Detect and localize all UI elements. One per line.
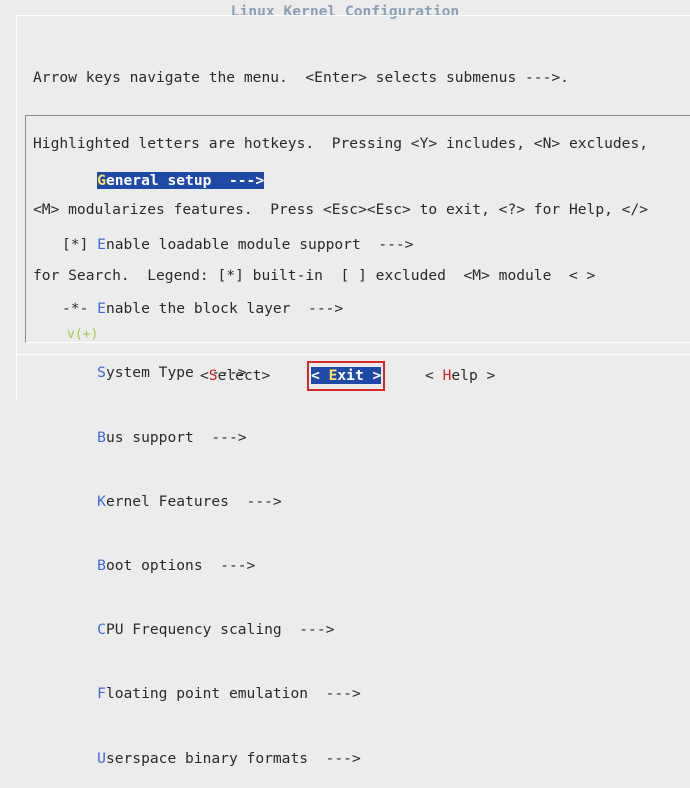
help-button[interactable]: < Help > — [425, 364, 495, 388]
button-label: xit — [337, 367, 364, 384]
menu-item-userspace-binary-formats[interactable]: Userspace binary formats ---> — [62, 748, 413, 769]
menu-item-boot-options[interactable]: Boot options ---> — [62, 555, 413, 576]
menu-item-prefix — [62, 493, 97, 510]
exit-button-highlight: < Exit > — [311, 367, 382, 384]
menu-item-hotkey: B — [97, 557, 106, 575]
menu-item-hotkey: E — [97, 300, 106, 318]
button-bracket: < — [425, 367, 443, 384]
help-line: Arrow keys navigate the menu. <Enter> se… — [33, 69, 569, 86]
menu-item-label: serspace binary formats ---> — [105, 749, 361, 767]
menu-item-floating-point-emulation[interactable]: Floating point emulation ---> — [62, 683, 413, 704]
menu-item-prefix — [62, 364, 97, 381]
selection-highlight: General setup ---> — [97, 171, 265, 189]
menu-item-loadable-module-support[interactable]: [*] Enable loadable module support ---> — [62, 234, 413, 255]
menu-item-prefix — [62, 429, 97, 446]
select-button[interactable]: <Select> — [200, 364, 270, 388]
button-bracket: > — [261, 367, 271, 384]
menu-item-hotkey: U — [97, 749, 106, 767]
menu-item-prefix — [62, 172, 97, 189]
menu-item-hotkey: F — [97, 685, 106, 703]
menu-item-label: loating point emulation ---> — [105, 685, 361, 703]
menu-item-hotkey: G — [97, 171, 106, 189]
menu-item-prefix — [62, 685, 97, 702]
menu-item-prefix — [62, 750, 97, 767]
menu-item-hotkey: S — [97, 364, 106, 382]
dialog-border-left — [16, 15, 17, 400]
menu-item-label: oot options ---> — [105, 557, 256, 575]
menu-item-label: nable the block layer ---> — [105, 300, 344, 318]
button-bracket: < — [311, 367, 329, 384]
menu-item-label: eneral setup ---> — [105, 171, 265, 189]
button-label: elp — [451, 367, 478, 384]
menu-item-label: ernel Features ---> — [105, 492, 282, 510]
menu-item-bus-support[interactable]: Bus support ---> — [62, 427, 413, 448]
menu-item-hotkey: B — [97, 428, 106, 446]
button-bracket: > — [363, 367, 382, 384]
menu-item-hotkey: K — [97, 492, 106, 510]
dialog-border-top — [16, 15, 690, 16]
button-hotkey: S — [208, 367, 218, 384]
button-label: elect — [217, 367, 262, 384]
menu-item-label: nable loadable module support ---> — [105, 236, 414, 254]
menu-item-block-layer[interactable]: -*- Enable the block layer ---> — [62, 298, 413, 319]
window-title-bar: Linux Kernel Configuration — [0, 2, 690, 22]
menu-item-prefix — [62, 621, 97, 638]
menu-item-cpu-frequency-scaling[interactable]: CPU Frequency scaling ---> — [62, 619, 413, 640]
menu-item-prefix: [*] — [62, 236, 98, 254]
menu-item-label: PU Frequency scaling ---> — [105, 621, 335, 639]
button-divider — [16, 354, 690, 355]
menu-item-hotkey: E — [97, 236, 106, 254]
menu-item-label: us support ---> — [105, 428, 247, 446]
menu-list: General setup ---> [*] Enable loadable m… — [62, 127, 413, 788]
menu-item-prefix: -*- — [62, 300, 98, 318]
button-bracket: > — [477, 367, 496, 384]
exit-button[interactable]: < Exit > — [307, 361, 386, 391]
window-title: Linux Kernel Configuration — [222, 3, 468, 20]
menu-item-prefix — [62, 557, 97, 574]
button-bracket: < — [200, 367, 209, 384]
menu-item-general-setup[interactable]: General setup ---> — [62, 170, 413, 191]
menu-item-hotkey: C — [97, 621, 106, 639]
menu-item-kernel-features[interactable]: Kernel Features ---> — [62, 491, 413, 512]
more-items-indicator: v(+) — [65, 327, 101, 342]
